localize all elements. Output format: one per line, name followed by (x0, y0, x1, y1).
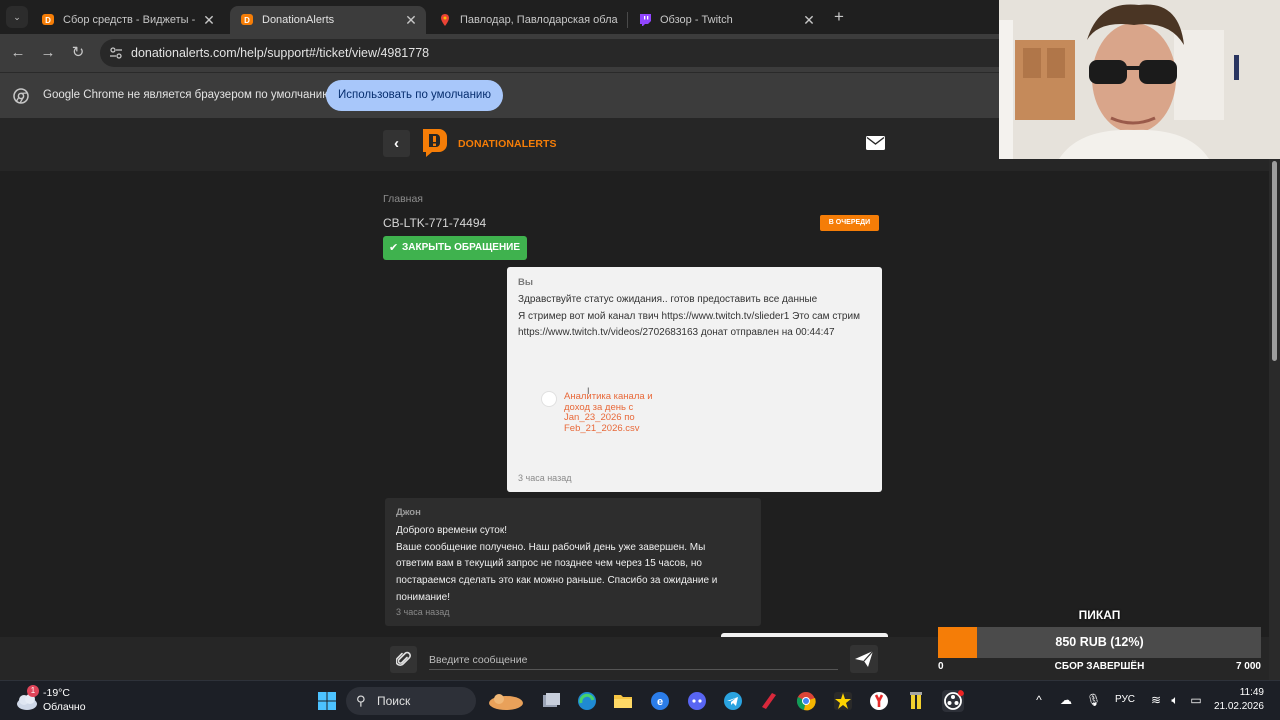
message-author: Джон (396, 507, 421, 518)
back-button[interactable]: ‹ (383, 130, 410, 157)
back-arrow-icon[interactable]: ← (7, 42, 29, 64)
check-icon: ✔ (389, 242, 399, 254)
webcam-overlay (999, 0, 1280, 159)
weather-badge: 1 (27, 685, 39, 697)
attachment-link[interactable]: Аналитика канала и доход за день с Jan_2… (564, 391, 674, 434)
tab-widgets[interactable]: D Сбор средств - Виджеты - Don ✕ (31, 6, 224, 34)
twitch-favicon-icon (640, 14, 651, 26)
tab-close-icon[interactable]: ✕ (202, 12, 216, 29)
send-plane-icon (855, 650, 874, 667)
site-settings-icon[interactable] (109, 46, 123, 60)
scrollbar-thumb[interactable] (1272, 161, 1277, 361)
input-language[interactable]: РУС (1115, 694, 1135, 705)
app-star-icon[interactable] (832, 690, 854, 712)
taskbar-search[interactable]: ⚲ Поиск (346, 687, 476, 715)
attachment-file-icon[interactable] (541, 391, 557, 407)
tab-twitch[interactable]: Обзор - Twitch ✕ (628, 6, 824, 34)
chrome-logo-icon (13, 88, 29, 104)
onedrive-cloud-icon[interactable]: ☁ (1059, 693, 1073, 707)
new-tab-plus-icon[interactable]: + (828, 6, 850, 28)
donationalerts-favicon-icon: D (241, 14, 253, 25)
message-body: Здравствуйте статус ожидания.. готов пре… (518, 292, 873, 342)
taskbar-search-label: Поиск (377, 694, 411, 708)
clock-time[interactable]: 11:49 (1216, 687, 1264, 698)
close-ticket-label: ЗАКРЫТЬ ОБРАЩЕНИЕ (402, 242, 521, 253)
chrome-icon[interactable] (795, 690, 817, 712)
goal-progress-bar: 850 RUB (12%) (938, 627, 1261, 658)
windows-start-icon[interactable] (316, 690, 338, 712)
mail-icon[interactable] (866, 136, 885, 150)
discord-icon[interactable] (686, 690, 708, 712)
set-default-button[interactable]: Использовать по умолчанию (326, 80, 503, 111)
donationalerts-logo-icon[interactable] (421, 127, 449, 158)
windows-taskbar: 1 -19°C Облачно ⚲ Поиск e ^ ☁ 🎙︎ РУС ≋ 🔈… (0, 680, 1280, 720)
svg-text:e: e (657, 696, 663, 708)
maps-pin-icon (441, 14, 449, 26)
message-line: Здравствуйте статус ожидания.. готов пре… (518, 294, 818, 305)
svg-text:D: D (244, 16, 250, 25)
clock-date[interactable]: 21.02.2026 (1210, 701, 1264, 712)
page-scrollbar[interactable] (1269, 159, 1280, 680)
message-body: Доброго времени суток! Ваше сообщение по… (396, 523, 741, 607)
goal-title: ПИКАП (1078, 608, 1121, 622)
task-view-icon[interactable] (540, 690, 562, 712)
forward-arrow-icon[interactable]: → (37, 42, 59, 64)
microphone-icon[interactable]: 🎙︎ (1086, 693, 1101, 707)
tab-donationalerts[interactable]: D DonationAlerts ✕ (230, 6, 426, 34)
wifi-icon[interactable]: ≋ (1149, 693, 1163, 707)
status-badge: В ОЧЕРЕДИ (820, 215, 879, 231)
app-yellow-icon[interactable] (905, 690, 927, 712)
tab-maps[interactable]: Павлодар, Павлодарская обла ✕ (428, 6, 626, 34)
streamer-webcam-image (999, 0, 1280, 159)
message-support: Джон Доброго времени суток! Ваше сообщен… (385, 498, 761, 626)
telegram-icon[interactable] (722, 690, 744, 712)
browser-e-icon[interactable]: e (649, 690, 671, 712)
close-ticket-button[interactable]: ✔ ЗАКРЫТЬ ОБРАЩЕНИЕ (383, 236, 527, 260)
message-time: 3 часа назад (518, 473, 572, 483)
edge-icon[interactable] (576, 690, 598, 712)
tab-close-icon[interactable]: ✕ (802, 12, 816, 29)
attach-paperclip-icon[interactable] (390, 646, 417, 673)
tab-search-button[interactable]: ⌄ (6, 6, 28, 28)
message-user: Вы Здравствуйте статус ожидания.. готов … (507, 267, 882, 492)
infobar-message: Google Chrome не является браузером по у… (43, 89, 335, 101)
donationalerts-favicon-icon: D (42, 14, 54, 25)
search-icon: ⚲ (356, 693, 366, 708)
message-author: Вы (518, 277, 533, 288)
send-button[interactable] (850, 645, 878, 673)
tab-title: Сбор средств - Виджеты - Don (63, 14, 196, 26)
logo-text[interactable]: DONATIONALERTS (458, 138, 557, 150)
message-time: 3 часа назад (396, 607, 450, 617)
message-line: Я стример вот мой канал твич https://www… (518, 310, 860, 339)
message-line: Ваше сообщение получено. Наш рабочий ден… (396, 541, 718, 603)
goal-max: 7 000 (1235, 661, 1261, 672)
message-input[interactable] (429, 651, 838, 670)
svg-text:D: D (45, 16, 51, 25)
yandex-browser-icon[interactable] (868, 690, 890, 712)
file-explorer-icon[interactable] (612, 690, 634, 712)
tab-close-icon[interactable]: ✕ (404, 12, 418, 29)
weather-temperature: -19°C (43, 687, 70, 699)
message-line: Доброго времени суток! (396, 525, 508, 536)
tray-expand-chevron-icon[interactable]: ^ (1032, 693, 1046, 707)
volume-icon[interactable]: 🔈︎ (1168, 693, 1182, 707)
reload-icon[interactable]: ↻ (67, 42, 89, 64)
goal-value: 850 RUB (12%) (1055, 635, 1144, 649)
app-red-icon[interactable] (758, 690, 780, 712)
page-content: ‹ DONATIONALERTS Главная CB-LTK-771-7449… (0, 118, 1280, 680)
breadcrumb[interactable]: Главная (383, 193, 423, 205)
tab-title: Павлодар, Павлодарская обла (460, 14, 618, 26)
ticket-id: CB-LTK-771-74494 (383, 216, 487, 230)
search-highlight-fox-icon[interactable] (486, 690, 526, 712)
tab-title: Обзор - Twitch (660, 14, 733, 26)
obs-icon[interactable] (942, 690, 964, 712)
weather-condition: Облачно (43, 701, 86, 713)
tab-title: DonationAlerts (262, 14, 335, 26)
battery-icon[interactable]: ▭ (1189, 693, 1203, 707)
url-text: donationalerts.com/help/support#/ticket/… (131, 46, 430, 60)
